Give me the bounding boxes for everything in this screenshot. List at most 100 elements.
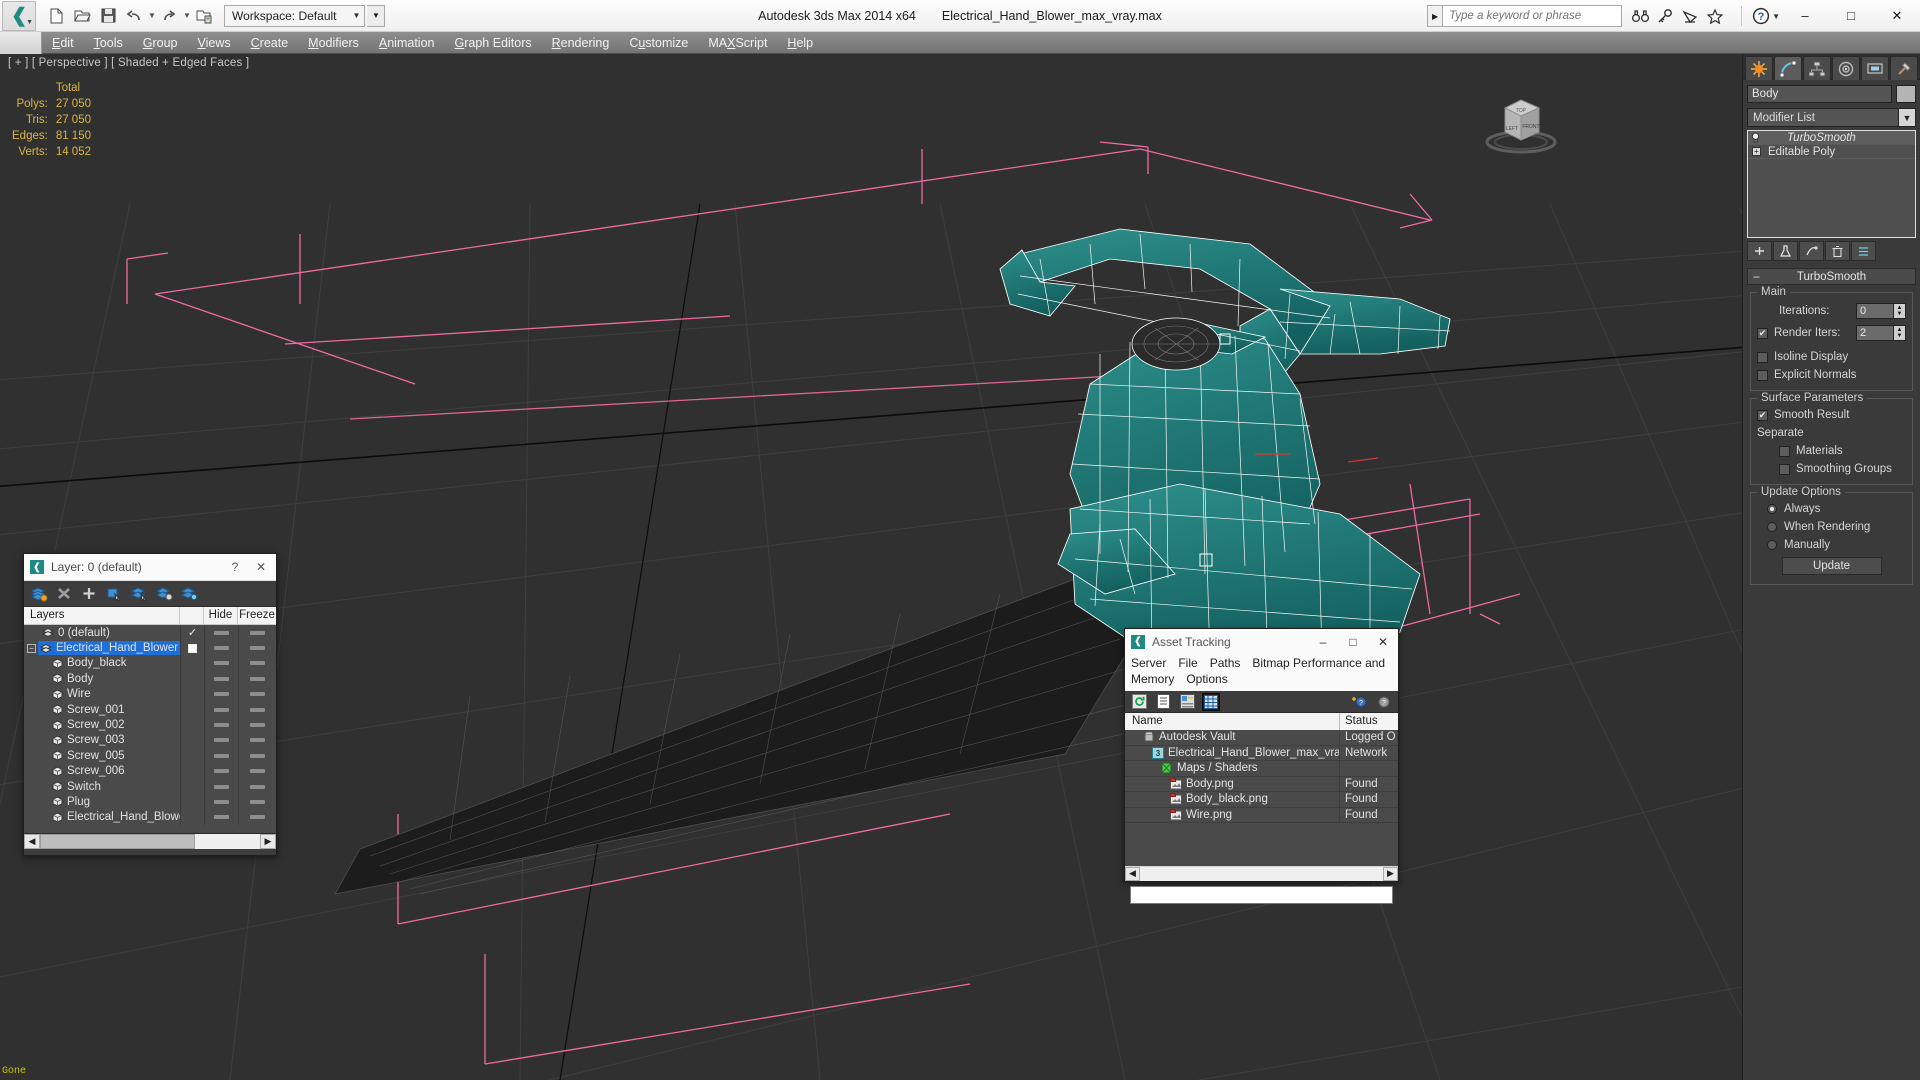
display-tab[interactable] xyxy=(1861,56,1889,80)
layer-freeze-cell[interactable] xyxy=(238,625,276,641)
explicit-normals-row[interactable]: Explicit Normals xyxy=(1757,369,1906,381)
menu-edit[interactable]: Edit xyxy=(42,32,84,54)
layer-row-object[interactable]: Screw_002 xyxy=(24,717,276,733)
show-end-result-button[interactable] xyxy=(1773,241,1798,261)
layer-freeze-cell[interactable] xyxy=(238,732,276,749)
asset-tracking-close-button[interactable]: ✕ xyxy=(1368,630,1398,654)
isoline-display-checkbox[interactable] xyxy=(1757,351,1768,363)
layer-freeze-cell[interactable] xyxy=(238,717,276,733)
app-logo-button[interactable]: ❰ ▼ xyxy=(2,0,36,31)
layer-dialog[interactable]: ❰ Layer: 0 (default) ? ✕ Layers Hide Fre… xyxy=(23,553,277,856)
list-view-button[interactable] xyxy=(1154,693,1172,711)
create-new-layer-button[interactable] xyxy=(29,584,49,604)
binoculars-icon[interactable] xyxy=(1631,6,1649,26)
layer-row-object[interactable]: Screw_001 xyxy=(24,701,276,718)
asset-row-max-file[interactable]: 3 Electrical_Hand_Blower_max_vray.max Ne… xyxy=(1125,745,1398,761)
hierarchy-tab[interactable] xyxy=(1803,56,1831,80)
update-option-always[interactable]: Always xyxy=(1767,503,1906,515)
layer-freeze-cell[interactable] xyxy=(238,748,276,764)
layer-hide-cell[interactable] xyxy=(204,763,238,779)
key-icon[interactable] xyxy=(1656,6,1674,26)
render-iters-spinner[interactable]: 2 ▲ ▼ xyxy=(1856,325,1906,341)
new-file-button[interactable] xyxy=(44,4,68,28)
layer-row-object[interactable]: Switch xyxy=(24,778,276,795)
create-tab[interactable] xyxy=(1745,56,1773,80)
workspace-combo[interactable]: Workspace: Default ▼ xyxy=(224,4,366,27)
manually-radio[interactable] xyxy=(1767,540,1777,550)
layer-hide-cell[interactable] xyxy=(204,640,238,656)
modifier-stack[interactable]: TurboSmooth + Editable Poly xyxy=(1747,130,1916,238)
isoline-display-row[interactable]: Isoline Display xyxy=(1757,351,1906,363)
minimize-button[interactable]: – xyxy=(1782,0,1828,31)
layer-row-default[interactable]: 0 (default) ✓ xyxy=(24,625,276,641)
menu-help[interactable]: Help xyxy=(777,32,823,54)
select-highlighted-layer-button[interactable] xyxy=(129,584,149,604)
object-name-field[interactable]: Body xyxy=(1747,85,1892,103)
redo-dropdown-button[interactable]: ▼ xyxy=(183,11,191,20)
asset-menu-server[interactable]: Server xyxy=(1131,656,1166,670)
undo-dropdown-button[interactable]: ▼ xyxy=(148,11,156,20)
undo-button[interactable] xyxy=(122,4,146,28)
save-file-button[interactable] xyxy=(96,4,120,28)
smoothing-groups-checkbox[interactable] xyxy=(1779,463,1790,475)
layer-hide-cell[interactable] xyxy=(204,748,238,764)
asset-row-vault[interactable]: Autodesk Vault Logged O xyxy=(1125,730,1398,746)
menu-group[interactable]: Group xyxy=(133,32,188,54)
pin-stack-button[interactable] xyxy=(1747,241,1772,261)
help-add-button[interactable]: ? xyxy=(1351,693,1369,711)
remove-modifier-button[interactable] xyxy=(1825,241,1850,261)
layer-freeze-cell[interactable] xyxy=(238,763,276,779)
iterations-spinner[interactable]: 0 ▲ ▼ xyxy=(1856,303,1906,319)
menu-customize[interactable]: Customize xyxy=(619,32,698,54)
modify-tab[interactable] xyxy=(1774,56,1802,80)
asset-list[interactable]: Autodesk Vault Logged O 3 Electrical_Han… xyxy=(1125,730,1398,866)
layer-dialog-title-bar[interactable]: ❰ Layer: 0 (default) ? ✕ xyxy=(24,554,276,581)
stack-item-turbosmooth[interactable]: TurboSmooth xyxy=(1748,131,1915,145)
layer-freeze-cell[interactable] xyxy=(238,640,276,656)
layer-row-electrical-hand-blower[interactable]: − Electrical_Hand_Blower xyxy=(24,640,276,656)
layer-hide-cell[interactable] xyxy=(204,778,238,795)
asset-tracking-minimize-button[interactable]: – xyxy=(1308,630,1338,654)
asset-row-bitmap[interactable]: Body_black.png Found xyxy=(1125,791,1398,808)
render-iters-value[interactable]: 2 xyxy=(1856,325,1894,341)
asset-tracking-maximize-button[interactable]: □ xyxy=(1338,630,1368,654)
layer-freeze-cell[interactable] xyxy=(238,655,276,672)
select-objects-in-layer-button[interactable] xyxy=(104,584,124,604)
chevron-down-icon[interactable]: ▼ xyxy=(1898,109,1915,126)
layer-freeze-cell[interactable] xyxy=(238,778,276,795)
asset-menu-file[interactable]: File xyxy=(1178,656,1197,670)
make-unique-button[interactable] xyxy=(1799,241,1824,261)
menu-rendering[interactable]: Rendering xyxy=(542,32,620,54)
smoothing-groups-row[interactable]: Smoothing Groups xyxy=(1779,463,1906,475)
layer-hide-cell[interactable] xyxy=(204,794,238,810)
iterations-value[interactable]: 0 xyxy=(1856,303,1894,319)
scroll-left-button[interactable]: ◀ xyxy=(1125,866,1140,881)
view-cube[interactable]: TOP LEFT FRONT xyxy=(1475,86,1567,158)
asset-menu-options[interactable]: Options xyxy=(1186,672,1227,686)
close-button[interactable]: ✕ xyxy=(1874,0,1920,31)
satellite-dish-icon[interactable] xyxy=(1681,6,1699,26)
scroll-left-button[interactable]: ◀ xyxy=(24,834,40,849)
object-color-swatch[interactable] xyxy=(1896,85,1916,103)
open-file-button[interactable] xyxy=(70,4,94,28)
asset-status-field[interactable] xyxy=(1130,886,1393,904)
layer-hide-cell[interactable] xyxy=(204,655,238,672)
spinner-arrows-icon[interactable]: ▲ ▼ xyxy=(1894,303,1906,319)
layer-hide-cell[interactable] xyxy=(204,625,238,641)
asset-tracking-title-bar[interactable]: ❰ Asset Tracking – □ ✕ xyxy=(1125,629,1398,654)
layer-active-check[interactable]: ✓ xyxy=(180,625,204,641)
motion-tab[interactable] xyxy=(1832,56,1860,80)
refresh-button[interactable] xyxy=(1130,693,1148,711)
expander-icon[interactable]: − xyxy=(27,643,36,653)
layer-horizontal-scrollbar[interactable]: ◀ ▶ xyxy=(24,833,276,849)
menu-create[interactable]: Create xyxy=(241,32,299,54)
spinner-arrows-icon[interactable]: ▲ ▼ xyxy=(1894,325,1906,341)
search-expand-button[interactable]: ▶ xyxy=(1427,5,1443,27)
update-option-manually[interactable]: Manually xyxy=(1767,539,1906,551)
layer-freeze-cell[interactable] xyxy=(238,809,276,826)
layer-hide-cell[interactable] xyxy=(204,717,238,733)
search-input[interactable] xyxy=(1442,5,1623,27)
layer-freeze-cell[interactable] xyxy=(238,686,276,702)
layer-hide-cell[interactable] xyxy=(204,671,238,687)
layer-row-object[interactable]: Wire xyxy=(24,686,276,702)
